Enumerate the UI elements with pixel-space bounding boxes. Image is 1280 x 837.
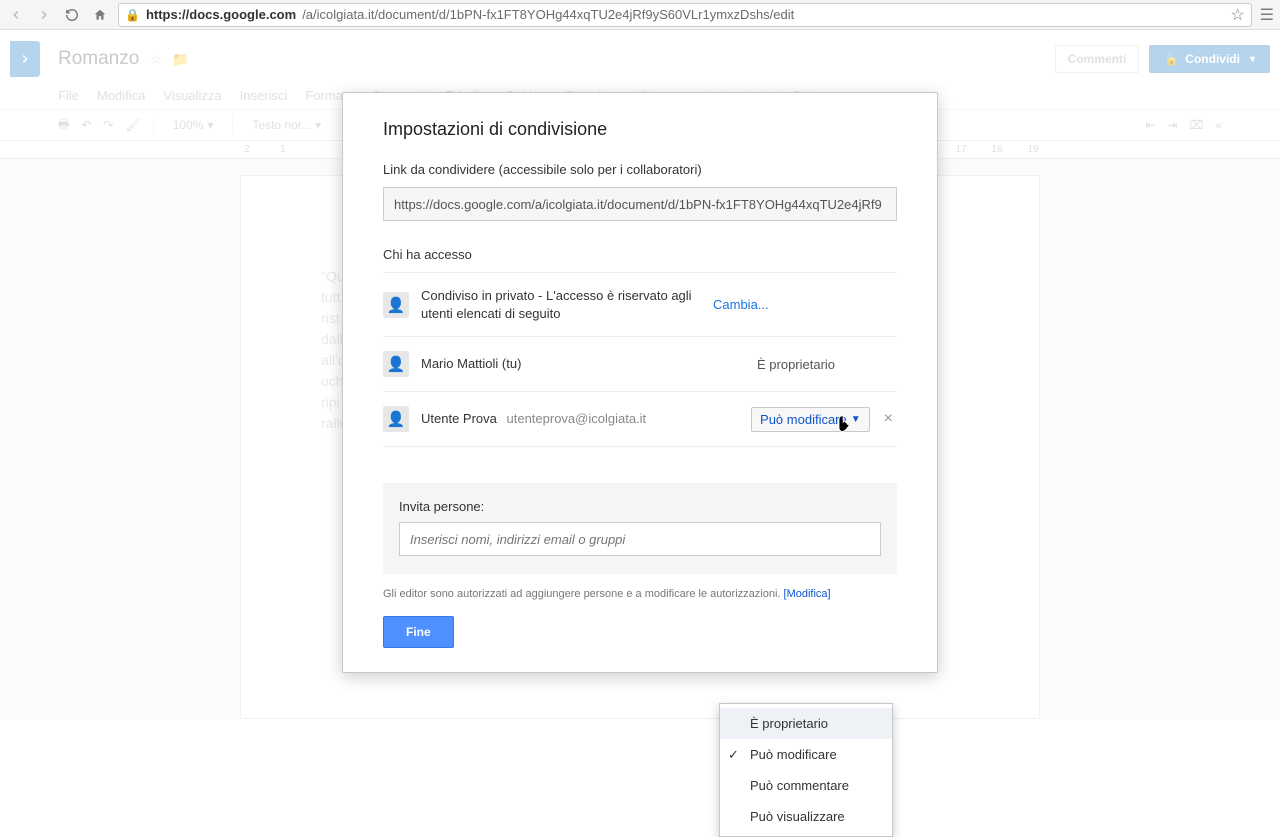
remove-collaborator-button[interactable]: × [880,410,897,428]
lock-icon: 🔒 [125,8,140,22]
permission-option-owner[interactable]: È proprietario [720,708,892,739]
access-privacy-row: 👤 Condiviso in privato - L'accesso è ris… [383,273,897,337]
person-icon: 👤 [383,406,409,432]
address-bar[interactable]: 🔒 https://docs.google.com /a/icolgiata.i… [118,3,1252,27]
bookmark-star-icon[interactable]: ☆ [1230,5,1244,25]
share-link-input[interactable] [383,187,897,221]
back-button[interactable] [6,5,26,25]
browser-toolbar: 🔒 https://docs.google.com /a/icolgiata.i… [0,0,1280,30]
collaborator-name: Utente Prova [421,411,497,426]
change-privacy-link[interactable]: Cambia... [713,297,769,312]
sharing-settings-dialog: Impostazioni di condivisione Link da con… [342,92,938,673]
forward-button[interactable] [34,5,54,25]
who-has-access-label: Chi ha accesso [383,247,897,262]
permission-option-view[interactable]: Può visualizzare [720,801,892,832]
permission-option-comment[interactable]: Può commentare [720,770,892,801]
permission-option-edit[interactable]: ✓ Può modificare [720,739,892,770]
dialog-title: Impostazioni di condivisione [383,119,897,140]
modify-permissions-link[interactable]: [Modifica] [784,588,831,600]
permission-dropdown-menu: È proprietario ✓ Può modificare Può comm… [719,703,893,837]
invite-label: Invita persone: [399,499,881,514]
browser-menu-icon[interactable]: ☰ [1260,5,1274,25]
access-collaborator-row: 👤 Utente Prova utenteprova@icolgiata.it … [383,392,897,446]
url-path: /a/icolgiata.it/document/d/1bPN-fx1FT8YO… [302,7,794,22]
invite-people-input[interactable] [399,522,881,556]
share-link-label: Link da condividere (accessibile solo pe… [383,162,897,177]
reload-button[interactable] [62,5,82,25]
access-owner-row: 👤 Mario Mattioli (tu) È proprietario [383,337,897,392]
dropdown-caret-icon: ▼ [851,414,861,425]
invite-section: Invita persone: [383,483,897,574]
owner-role: È proprietario [757,357,835,372]
url-host: https://docs.google.com [146,7,296,22]
owner-name: Mario Mattioli (tu) [421,355,745,373]
permission-dropdown-button[interactable]: Può modificare ▼ [751,407,870,432]
person-icon: 👤 [383,351,409,377]
permission-current: Può modificare [760,412,847,427]
home-button[interactable] [90,5,110,25]
done-button[interactable]: Fine [383,616,454,648]
privacy-description: Condiviso in privato - L'accesso è riser… [421,287,701,322]
editor-permissions-note: Gli editor sono autorizzati ad aggiunger… [383,588,897,600]
collaborator-email: utenteprova@icolgiata.it [507,411,647,426]
privacy-icon: 👤 [383,292,409,318]
checkmark-icon: ✓ [728,747,739,763]
